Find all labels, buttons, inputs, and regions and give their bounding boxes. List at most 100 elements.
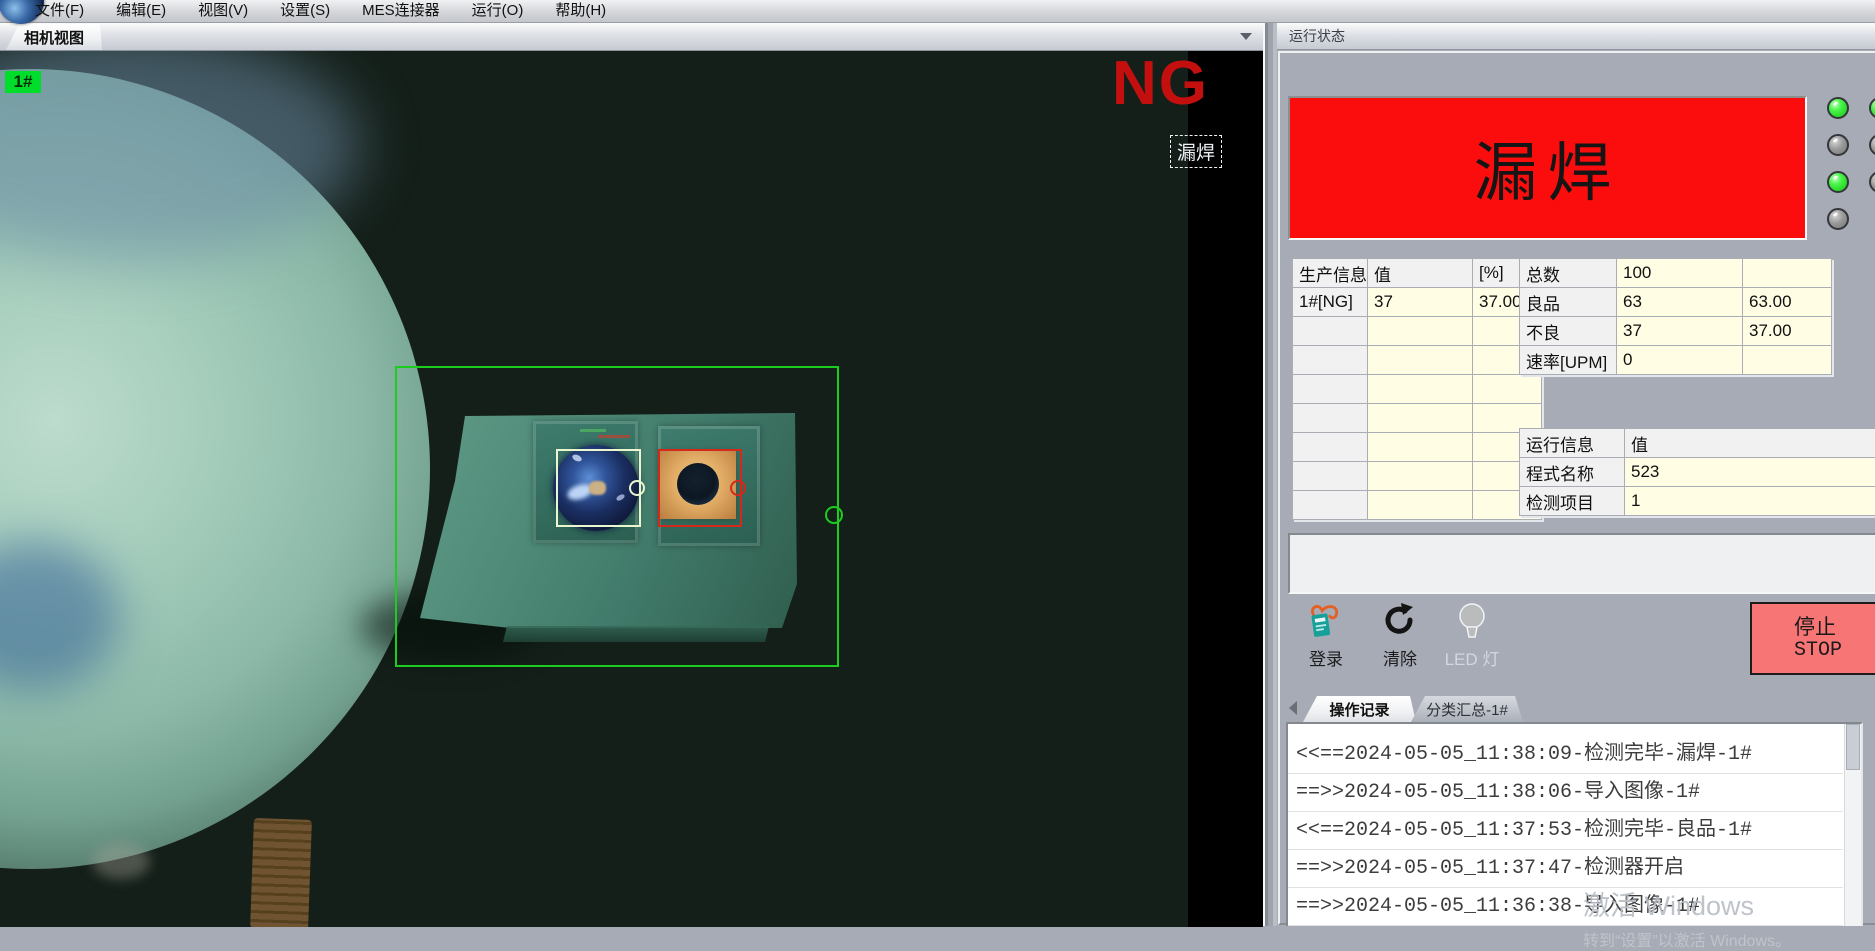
stop-label-en: STOP xyxy=(1794,640,1842,662)
debris xyxy=(92,843,150,879)
menu-items: 文件(F) 编辑(E) 视图(V) 设置(S) MES连接器 运行(O) 帮助(… xyxy=(32,0,609,22)
id-badge-icon xyxy=(1307,601,1345,641)
log-entry: ==>>2024-05-05_11:37:47-检测器开启 xyxy=(1288,850,1843,888)
aoi-inspection-app: { "menu": { "items": ["文件(F)", "编辑(E)", … xyxy=(0,0,1875,926)
cell xyxy=(1368,346,1473,375)
indicator-light-off xyxy=(1827,208,1849,230)
tab-operation-log[interactable]: 操作记录 xyxy=(1303,696,1416,722)
menu-view[interactable]: 视图(V) xyxy=(195,0,251,22)
log-entry: <<==2024-05-05_11:38:09-检测完毕-漏焊-1# xyxy=(1288,736,1843,774)
stop-label-cn: 停止 xyxy=(1794,615,1836,640)
log-entry: ==>>2024-05-05_11:38:06-导入图像-1# xyxy=(1288,774,1843,812)
cell xyxy=(1743,259,1832,288)
cell xyxy=(1368,375,1473,404)
defect-banner: 漏焊 xyxy=(1288,96,1807,240)
tab-classification-summary[interactable]: 分类汇总-1# xyxy=(1411,696,1523,722)
login-label: 登录 xyxy=(1294,645,1358,670)
indicator-light-on xyxy=(1869,97,1875,119)
cell xyxy=(1368,462,1473,491)
cell xyxy=(1293,462,1368,491)
cell: 1 xyxy=(1625,487,1875,516)
detect-notch-pass xyxy=(629,480,645,496)
message-box xyxy=(1288,533,1875,594)
production-table: 生产信息值[%]1#[NG]3737.00 xyxy=(1292,258,1542,520)
tab-camera-view[interactable]: 相机视图 xyxy=(6,24,102,50)
tray-edge xyxy=(250,818,312,927)
cell xyxy=(1293,404,1368,433)
scrollbar-thumb[interactable] xyxy=(1846,724,1860,770)
log-vertical-scrollbar[interactable] xyxy=(1844,724,1861,926)
menu-settings[interactable]: 设置(S) xyxy=(277,0,333,22)
header-cell: 值 xyxy=(1625,429,1875,458)
indicator-light-off xyxy=(1869,171,1875,193)
detect-notch-fail xyxy=(730,480,746,496)
status-panel-title: 运行状态 xyxy=(1277,22,1875,50)
chevron-down-icon[interactable] xyxy=(1240,33,1252,40)
camera-black-strip xyxy=(1188,51,1263,927)
clear-button[interactable]: 清除 xyxy=(1368,601,1432,670)
indicator-lights-left xyxy=(1827,97,1849,230)
cell: 1#[NG] xyxy=(1293,288,1368,317)
cell xyxy=(1293,346,1368,375)
cell: 检测项目 xyxy=(1520,487,1625,516)
roi-notch xyxy=(825,506,843,524)
cell: 良品 xyxy=(1520,288,1617,317)
cell xyxy=(1743,346,1832,375)
clear-label: 清除 xyxy=(1368,645,1432,670)
cell: 63 xyxy=(1617,288,1743,317)
stop-button[interactable]: 停止 STOP xyxy=(1750,602,1875,675)
cell xyxy=(1368,404,1473,433)
cell: 程式名称 xyxy=(1520,458,1625,487)
menu-mes-connector[interactable]: MES连接器 xyxy=(359,0,443,22)
cell xyxy=(1293,491,1368,520)
cell xyxy=(1368,433,1473,462)
cell: 总数 xyxy=(1520,259,1617,288)
panel-divider[interactable] xyxy=(1263,22,1277,926)
cell: 100 xyxy=(1617,259,1743,288)
menu-run[interactable]: 运行(O) xyxy=(469,0,527,22)
run-info-table: 运行信息值程式名称523检测项目1 xyxy=(1519,428,1875,516)
cell: 63.00 xyxy=(1743,288,1832,317)
menu-file[interactable]: 文件(F) xyxy=(32,0,87,22)
status-panel: 运行状态 漏焊 生产信息值[%]1#[NG]3737.00 总数100良品636… xyxy=(1277,22,1875,926)
cell: 不良 xyxy=(1520,317,1617,346)
menu-edit[interactable]: 编辑(E) xyxy=(113,0,169,22)
menu-help[interactable]: 帮助(H) xyxy=(552,0,609,22)
cell: 37 xyxy=(1617,317,1743,346)
header-cell: 生产信息 xyxy=(1293,259,1368,288)
cell xyxy=(1293,433,1368,462)
log-entry: ==>>2024-05-05_11:36:38-导入图像-1# xyxy=(1288,888,1843,926)
cell xyxy=(1473,375,1542,404)
cell xyxy=(1368,317,1473,346)
cell xyxy=(1293,317,1368,346)
header-cell: 运行信息 xyxy=(1520,429,1625,458)
stats-table: 总数100良品6363.00 不良3737.00 速率[UPM]0 xyxy=(1519,258,1832,375)
refresh-icon xyxy=(1381,601,1419,641)
led-light-button[interactable]: LED 灯 xyxy=(1440,601,1504,670)
header-cell: 值 xyxy=(1368,259,1473,288)
bulb-icon xyxy=(1453,601,1491,641)
cell: 0 xyxy=(1617,346,1743,375)
log-list: <<==2024-05-05_11:38:09-检测完毕-漏焊-1#==>>20… xyxy=(1288,736,1843,926)
cell: 37.00 xyxy=(1743,317,1832,346)
cell xyxy=(1368,491,1473,520)
indicator-lights-right xyxy=(1869,97,1875,193)
cell: 37 xyxy=(1368,288,1473,317)
defect-tag: 漏焊 xyxy=(1170,135,1222,168)
tab-scroll-left-icon[interactable] xyxy=(1289,701,1297,715)
login-button[interactable]: 登录 xyxy=(1294,601,1358,670)
indicator-light-on xyxy=(1827,97,1849,119)
operation-log-box: <<==2024-05-05_11:38:09-检测完毕-漏焊-1#==>>20… xyxy=(1286,722,1863,926)
camera-id-badge: 1# xyxy=(5,71,41,93)
camera-tabstrip: 相机视图 xyxy=(0,22,1263,51)
log-entry: <<==2024-05-05_11:37:53-检测完毕-良品-1# xyxy=(1288,812,1843,850)
camera-view: 1# NG 漏焊 xyxy=(0,50,1263,927)
indicator-light-off xyxy=(1869,134,1875,156)
indicator-light-off xyxy=(1827,134,1849,156)
cell: 速率[UPM] xyxy=(1520,346,1617,375)
status-panel-body: 漏焊 生产信息值[%]1#[NG]3737.00 总数100良品6363.00 不… xyxy=(1278,51,1875,925)
result-ng-text: NG xyxy=(1112,53,1209,115)
led-label: LED 灯 xyxy=(1440,645,1504,670)
watermark-line2: 转到“设置”以激活 Windows。 xyxy=(1583,927,1791,951)
cell: 523 xyxy=(1625,458,1875,487)
